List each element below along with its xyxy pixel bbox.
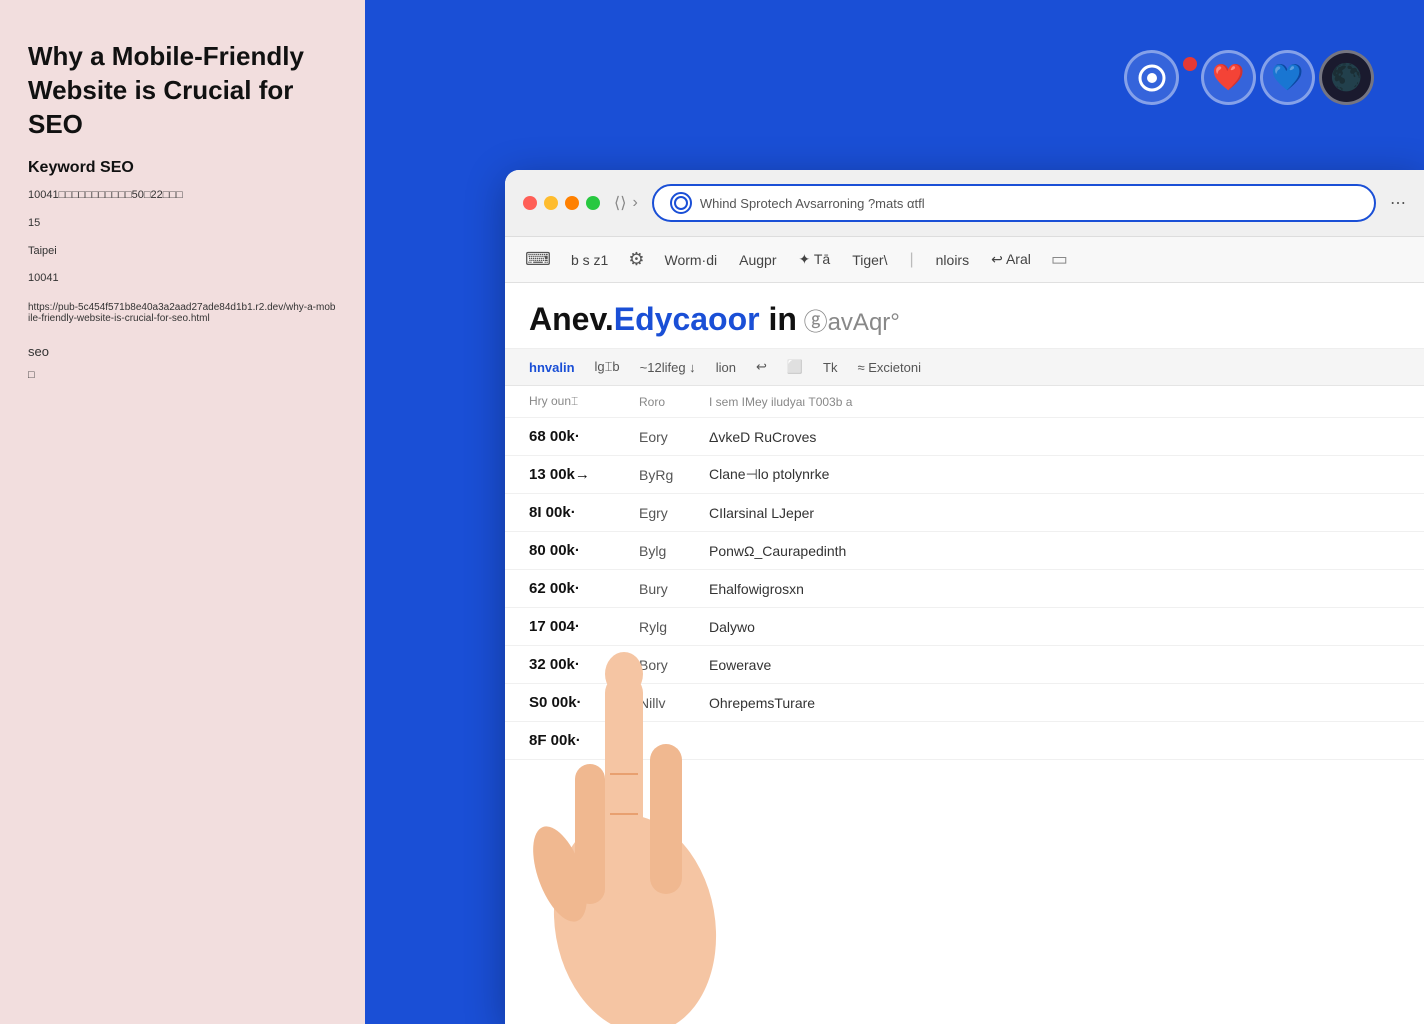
address-text: Whind Sprotech Avsarroning ?mats αtfl (700, 196, 1358, 211)
deco-icon-3: 💙 (1260, 50, 1315, 105)
toolbar-icons: ⋯ (1390, 193, 1406, 213)
deco-icon-2: ❤️ (1201, 50, 1256, 105)
table-row[interactable]: 80 00k· Bylg PonwΩ_Caurapedinth (505, 532, 1424, 570)
table-row[interactable]: 8I 00k· Egry CIlarsinal LJeper (505, 494, 1424, 532)
nav-tabs: ⌨ b s z1 ⚙ Worm·di Augpr ✦ Tā Tiger\ | n… (505, 237, 1424, 283)
th-box[interactable]: ⬜ (787, 359, 803, 375)
deco-icon-1 (1124, 50, 1179, 105)
tab-divider: | (909, 251, 913, 269)
row8-keyword: OhrepemsTurare (709, 695, 1400, 711)
article-title: Why a Mobile-Friendly Website is Crucial… (28, 40, 337, 141)
page-title: Anev.Edycaoor in ⓖavAqr° (529, 301, 1400, 338)
row4-volume: 80 00k· (529, 542, 619, 559)
row8-volume: S0 00k· (529, 694, 619, 711)
minimize-button[interactable] (544, 196, 558, 210)
address-bar[interactable]: Whind Sprotech Avsarroning ?mats αtfl (652, 184, 1376, 222)
traffic-lights (523, 196, 600, 210)
title-part3: in (760, 301, 797, 337)
row7-volume: 32 00k· (529, 656, 619, 673)
table-header: hnvalin lg⌶b ~12lifeg ↓ lion ↩ ⬜ Tk ≈ Ex… (505, 349, 1424, 386)
share-icon[interactable]: ⋯ (1390, 193, 1406, 213)
meta-text-3: Taipei (28, 243, 337, 261)
tab-worm[interactable]: Worm·di (662, 248, 719, 272)
tab-bsz1[interactable]: b s z1 (569, 248, 610, 272)
tab-icon-keyboard[interactable]: ⌨ (525, 249, 551, 270)
browser-logo-icon (670, 192, 692, 214)
row2-kd: ByRg (639, 467, 689, 483)
row5-volume: 62 00k· (529, 580, 619, 597)
row6-keyword: Dalywo (709, 619, 1400, 635)
tab-nloirs[interactable]: nloirs (934, 248, 971, 272)
th-12lifeg[interactable]: ~12lifeg ↓ (640, 360, 696, 375)
page-header: Anev.Edycaoor in ⓖavAqr° (505, 283, 1424, 349)
th-hnvalin[interactable]: hnvalin (529, 360, 575, 375)
th-excietoni[interactable]: ≈ Excietoni (857, 360, 921, 375)
row3-volume: 8I 00k· (529, 504, 619, 521)
row7-kd: Bory (639, 657, 689, 673)
col-header-hryoun: Hry oun⌶ (529, 394, 619, 409)
col-header-roro: Roro (639, 395, 689, 409)
row6-volume: 17 004· (529, 618, 619, 635)
close-button[interactable] (523, 196, 537, 210)
tab-aral[interactable]: ↩ Aral (989, 247, 1033, 272)
meta-text-1: 10041□□□□□□□□□□□50□22□□□ (28, 187, 337, 205)
row5-keyword: Ehalfowigrosxn (709, 581, 1400, 597)
row1-volume: 68 00k· (529, 428, 619, 445)
browser-window: ⟨⟩ › Whind Sprotech Avsarroning ?mats αt… (505, 170, 1424, 1024)
row1-keyword: ΔvkeD RuCroves (709, 429, 1400, 445)
title-part2: Edycaoor (614, 301, 760, 337)
row5-kd: Bury (639, 581, 689, 597)
title-part1: Anev. (529, 301, 614, 337)
back-icon[interactable]: ⟨⟩ (614, 193, 626, 213)
deco-icon-4: 🌑 (1319, 50, 1374, 105)
row4-keyword: PonwΩ_Caurapedinth (709, 543, 1400, 559)
orange-button[interactable] (565, 196, 579, 210)
deco-dot-red (1183, 57, 1197, 71)
th-arrow[interactable]: ↩ (756, 359, 767, 375)
tag-seo: seo (28, 344, 337, 359)
table-row[interactable]: S0 00k· Nillv OhrepemsTurare (505, 684, 1424, 722)
col-header-isem: I sem IMey iludyaι T003b a (709, 395, 1400, 409)
th-lgtb[interactable]: lg⌶b (595, 359, 620, 375)
row8-kd: Nillv (639, 695, 689, 711)
nav-controls: ⟨⟩ › (614, 193, 638, 213)
table-row[interactable]: 13 00k→ ByRg Clane⊣lo ptolynrke (505, 456, 1424, 494)
row4-kd: Bylg (639, 543, 689, 559)
row2-volume: 13 00k→ (529, 466, 619, 483)
table-row[interactable]: 8F 00k· (505, 722, 1424, 760)
meta-text-4: 10041 (28, 270, 337, 288)
row3-kd: Egry (639, 505, 689, 521)
table-subheader: Hry oun⌶ Roro I sem IMey iludyaι T003b a (505, 386, 1424, 418)
tab-icon-settings[interactable]: ⚙ (628, 249, 644, 270)
tab-ta[interactable]: ✦ Tā (796, 247, 832, 272)
table-row[interactable]: 32 00k· Bory Eowerave (505, 646, 1424, 684)
tag-icon: □ (28, 369, 337, 381)
keyword-label: Keyword SEO (28, 159, 337, 177)
browser-chrome: ⟨⟩ › Whind Sprotech Avsarroning ?mats αt… (505, 170, 1424, 237)
row7-keyword: Eowerave (709, 657, 1400, 673)
table-row[interactable]: 17 004· Rylg Dalywo (505, 608, 1424, 646)
url-text: https://pub-5c454f571b8e40a3a2aad27ade84… (28, 302, 337, 324)
row9-volume: 8F 00k· (529, 732, 619, 749)
table-row[interactable]: 68 00k· Eory ΔvkeD RuCroves (505, 418, 1424, 456)
th-tk[interactable]: Tk (823, 360, 837, 375)
table-row[interactable]: 62 00k· Bury Ehalfowigrosxn (505, 570, 1424, 608)
tab-augpr[interactable]: Augpr (737, 248, 778, 272)
meta-text-2: 15 (28, 215, 337, 233)
left-panel: Why a Mobile-Friendly Website is Crucial… (0, 0, 365, 1024)
forward-icon[interactable]: › (632, 194, 637, 212)
row6-kd: Rylg (639, 619, 689, 635)
right-panel: ❤️ 💙 🌑 ⟨⟩ › Whind Sprotech Avsarroning ?… (365, 0, 1424, 1024)
table-body: 68 00k· Eory ΔvkeD RuCroves 13 00k→ ByRg… (505, 418, 1424, 760)
row3-keyword: CIlarsinal LJeper (709, 505, 1400, 521)
tab-more-icon[interactable]: ▭ (1051, 249, 1068, 270)
row1-kd: Eory (639, 429, 689, 445)
tab-tiger[interactable]: Tiger\ (850, 248, 889, 272)
maximize-button[interactable] (586, 196, 600, 210)
title-part4: ⓖavAqr° (797, 309, 900, 336)
th-lion[interactable]: lion (716, 360, 736, 375)
deco-icons: ❤️ 💙 🌑 (1124, 50, 1374, 105)
row2-keyword: Clane⊣lo ptolynrke (709, 466, 1400, 483)
